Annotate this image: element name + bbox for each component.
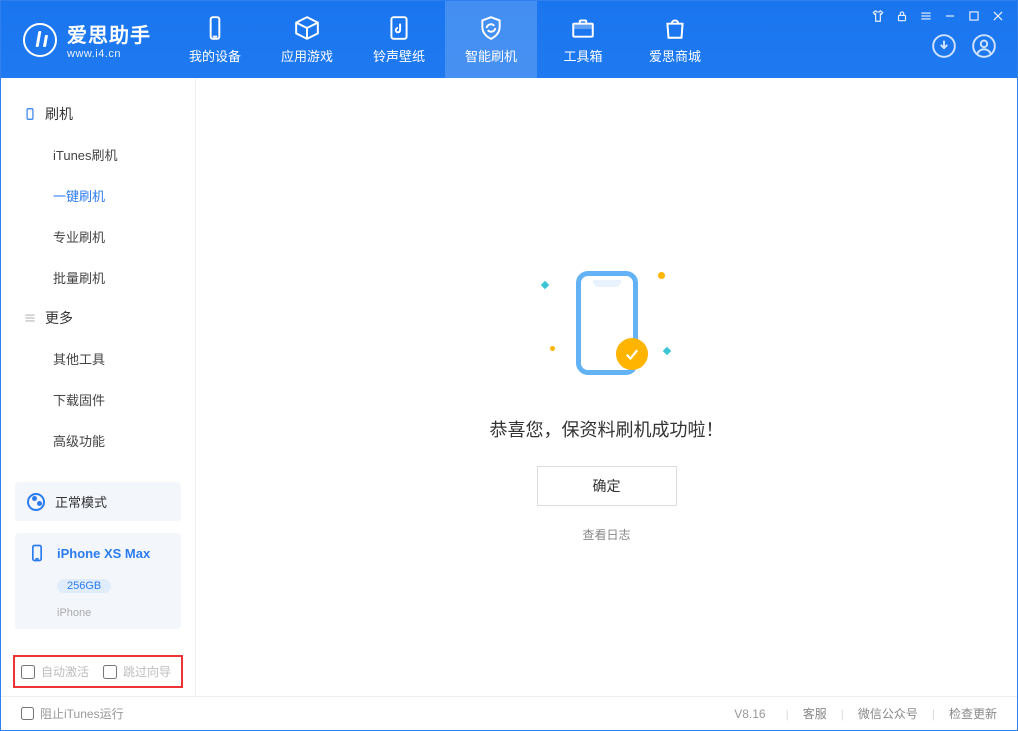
footer-link-wechat[interactable]: 微信公众号: [858, 705, 918, 722]
sidebar-item-itunes-flash[interactable]: iTunes刷机: [1, 134, 195, 175]
navtab-toolbox[interactable]: 工具箱: [537, 1, 629, 78]
navtab-my-device[interactable]: 我的设备: [169, 1, 261, 78]
close-icon[interactable]: [991, 9, 1005, 23]
mode-icon: [27, 493, 45, 511]
navtab-smart-flash[interactable]: 智能刷机: [445, 1, 537, 78]
view-log-link[interactable]: 查看日志: [582, 526, 630, 543]
cube-icon: [294, 15, 320, 41]
navtab-ringtones-wallpapers[interactable]: 铃声壁纸: [353, 1, 445, 78]
navtab-label: 智能刷机: [465, 46, 517, 65]
sidebar-item-batch-flash[interactable]: 批量刷机: [1, 257, 195, 298]
sidebar-item-download-firmware[interactable]: 下载固件: [1, 379, 195, 420]
mode-card[interactable]: 正常模式: [15, 482, 181, 521]
sidebar-item-other-tools[interactable]: 其他工具: [1, 338, 195, 379]
footer-link-support[interactable]: 客服: [803, 705, 827, 722]
block-itunes-input[interactable]: [21, 707, 34, 720]
app-title: 爱思助手: [67, 19, 151, 48]
block-itunes-checkbox[interactable]: 阻止iTunes运行: [21, 705, 124, 722]
sidebar-item-onekey-flash[interactable]: 一键刷机: [1, 175, 195, 216]
section-title: 刷机: [45, 104, 73, 124]
version-label: V8.16: [734, 707, 765, 721]
app-logo: 爱思助手 www.i4.cn: [1, 1, 169, 78]
navtab-label: 铃声壁纸: [373, 46, 425, 65]
device-card[interactable]: iPhone XS Max 256GB iPhone: [15, 533, 181, 629]
logo-icon: [23, 23, 57, 57]
section-title: 更多: [45, 308, 73, 328]
sidebar-item-pro-flash[interactable]: 专业刷机: [1, 216, 195, 257]
success-illustration: [532, 258, 682, 388]
navtab-label: 我的设备: [189, 46, 241, 65]
auto-activate-label: 自动激活: [41, 663, 89, 680]
navtab-apps-games[interactable]: 应用游戏: [261, 1, 353, 78]
shirt-icon[interactable]: [871, 9, 885, 23]
skip-guide-label: 跳过向导: [123, 663, 171, 680]
footer-link-check-update[interactable]: 检查更新: [949, 705, 997, 722]
auto-activate-input[interactable]: [21, 665, 35, 679]
footer: 阻止iTunes运行 V8.16 | 客服 | 微信公众号 | 检查更新: [1, 696, 1017, 730]
phone-icon: [23, 107, 37, 121]
device-capacity-badge: 256GB: [57, 579, 111, 593]
skip-guide-checkbox[interactable]: 跳过向导: [103, 663, 171, 680]
check-badge-icon: [616, 338, 648, 370]
bag-icon: [662, 15, 688, 41]
download-icon[interactable]: [931, 33, 957, 59]
nav-tabs: 我的设备 应用游戏 铃声壁纸 智能刷机 工具箱 爱思商城: [169, 1, 721, 78]
list-icon: [23, 311, 37, 325]
success-message: 恭喜您，保资料刷机成功啦！: [490, 416, 724, 442]
navtab-label: 应用游戏: [281, 46, 333, 65]
app-header: 爱思助手 www.i4.cn 我的设备 应用游戏 铃声壁纸 智能刷机: [1, 1, 1017, 78]
minimize-icon[interactable]: [943, 9, 957, 23]
mode-label: 正常模式: [55, 492, 107, 511]
navtab-label: 爱思商城: [649, 46, 701, 65]
sidebar-section-more: 更多: [1, 298, 195, 338]
main-content: 恭喜您，保资料刷机成功啦！ 确定 查看日志: [196, 78, 1017, 696]
device-name: iPhone XS Max: [57, 546, 150, 561]
music-file-icon: [386, 15, 412, 41]
device-type: iPhone: [57, 607, 91, 619]
sidebar: 刷机 iTunes刷机 一键刷机 专业刷机 批量刷机 更多 其他工具 下载固件 …: [1, 78, 196, 696]
ok-button[interactable]: 确定: [537, 466, 677, 506]
app-subtitle: www.i4.cn: [67, 48, 151, 60]
skip-guide-input[interactable]: [103, 665, 117, 679]
sidebar-item-advanced[interactable]: 高级功能: [1, 420, 195, 461]
auto-activate-checkbox[interactable]: 自动激活: [21, 663, 89, 680]
lock-icon[interactable]: [895, 9, 909, 23]
maximize-icon[interactable]: [967, 9, 981, 23]
device-icon: [202, 15, 228, 41]
user-icon[interactable]: [971, 33, 997, 59]
navtab-label: 工具箱: [563, 46, 602, 65]
options-row-highlight: 自动激活 跳过向导: [13, 655, 183, 688]
refresh-shield-icon: [478, 15, 504, 41]
block-itunes-label: 阻止iTunes运行: [40, 705, 124, 722]
toolbox-icon: [570, 15, 596, 41]
device-icon: [27, 543, 47, 563]
navtab-store[interactable]: 爱思商城: [629, 1, 721, 78]
sidebar-section-flash: 刷机: [1, 94, 195, 134]
menu-icon[interactable]: [919, 9, 933, 23]
